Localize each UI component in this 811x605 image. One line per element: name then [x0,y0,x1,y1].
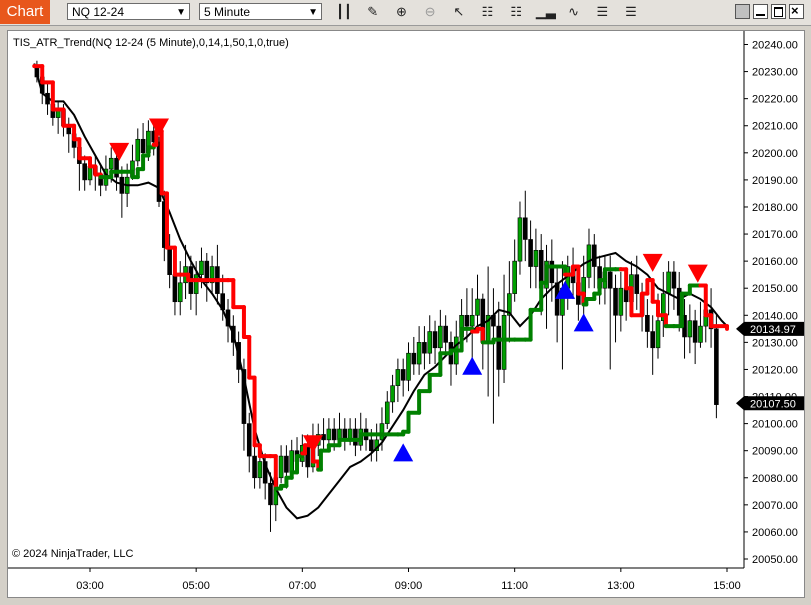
candle-body [432,331,438,349]
candle-body [554,282,560,316]
candle-body [284,455,289,473]
y-tick-label: 20090.00 [752,446,798,458]
y-tick-label: 20190.00 [752,175,798,187]
candle-body [257,461,263,479]
y-tick-label: 20130.00 [752,337,798,349]
candle-body [246,423,252,457]
candle-body [533,250,539,267]
candle-body [321,434,326,441]
candle-body [252,455,257,479]
indicator-label: TIS_ATR_Trend(NQ 12-24 (5 Minute),0,14,1… [13,37,289,49]
candle-body [140,138,146,154]
candle-body [591,244,597,267]
price-chart[interactable]: 20240.00 20230.00 20220.00 20210.00 20200.00… [0,0,811,605]
x-tick-label: 09:00 [395,580,423,592]
candle-body [326,428,332,441]
candle-body [177,282,183,303]
candle-body [289,450,295,473]
y-tick-label: 20210.00 [752,121,798,133]
y-tick-label: 20070.00 [752,500,798,512]
y-tick-label: 20200.00 [752,148,798,160]
y-tick-label: 20240.00 [752,40,798,52]
candle-body [416,342,422,365]
candle-body [698,325,703,343]
y-tick-label: 20230.00 [752,67,798,79]
candle-body [464,314,470,327]
candle-body [411,352,417,365]
candle-body [443,325,448,343]
candle-body [395,369,401,386]
candle-body [438,325,443,349]
y-tick-label: 20180.00 [752,202,798,214]
candle-body [331,428,337,441]
candle-body [671,271,677,289]
candle-body [427,331,433,354]
price-marker-label: 20134.97 [750,324,796,336]
candle-body [512,260,517,294]
candle-body [475,298,480,316]
candle-body [528,239,533,267]
candle-body [522,217,528,240]
candle-body [618,287,624,316]
candle-body [645,314,650,332]
candle-body [87,166,93,181]
candle-body [607,271,613,289]
x-tick-label: 11:00 [501,580,528,592]
y-tick-label: 20050.00 [752,554,798,566]
candle-body [268,482,273,506]
copyright-text: © 2024 NinjaTrader, LLC [12,548,134,560]
candle-body [469,314,475,327]
candle-body [108,157,114,170]
x-tick-label: 13:00 [607,580,635,592]
buy-arrow-icon [462,356,483,375]
candle-body [379,423,385,441]
x-tick-label: 15:00 [713,580,741,592]
candle-body [687,320,693,338]
candle-body [82,163,87,181]
candle-body [714,328,719,405]
candle-body [501,314,507,370]
candle-body [655,320,661,349]
candle-body [634,274,640,294]
y-tick-label: 20150.00 [752,283,798,295]
candle-body [650,331,655,349]
candle-body [666,271,671,294]
candle-body [167,247,172,275]
price-marker-label: 20107.50 [750,398,796,410]
x-tick-label: 05:00 [182,580,210,592]
candle-body [422,342,427,354]
y-tick-label: 20160.00 [752,256,798,268]
buy-arrow-icon [393,443,414,462]
candle-body [114,157,119,178]
candle-body [369,439,374,451]
candle-body [496,325,502,370]
candle-body [623,287,629,303]
candle-body [613,287,618,316]
y-tick-label: 20220.00 [752,94,798,106]
y-tick-label: 20140.00 [752,310,798,322]
candle-body [384,401,390,424]
candle-body [400,369,406,381]
candle-body [353,428,358,446]
candle-body [692,320,698,343]
candle-body [406,352,411,381]
sell-arrow-icon [687,264,708,283]
candle-body [549,260,555,284]
x-tick-label: 07:00 [289,580,317,592]
candle-body [135,138,141,162]
candle-body [390,385,395,403]
x-tick-label: 03:00 [76,580,104,592]
y-tick-label: 20170.00 [752,229,798,241]
candle-body [193,274,199,294]
candle-body [278,455,284,479]
candle-body [199,260,204,275]
buy-arrow-icon [573,313,594,332]
y-tick-label: 20120.00 [752,364,798,376]
sell-arrow-icon [642,253,663,272]
y-tick-label: 20060.00 [752,527,798,539]
candle-body [517,217,523,262]
y-tick-label: 20100.00 [752,419,798,431]
candle-body [172,274,178,303]
y-tick-label: 20080.00 [752,473,798,485]
